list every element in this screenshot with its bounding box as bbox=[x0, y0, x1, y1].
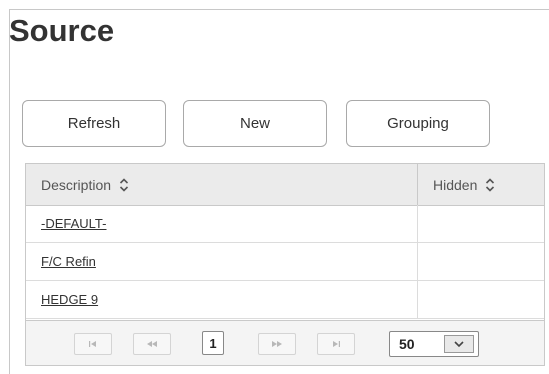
refresh-button[interactable]: Refresh bbox=[22, 100, 166, 147]
hidden-cell bbox=[418, 243, 544, 280]
description-cell: -DEFAULT- bbox=[26, 205, 418, 242]
sort-icon bbox=[119, 177, 129, 192]
column-header-label: Hidden bbox=[433, 176, 478, 193]
next-page-icon bbox=[272, 341, 282, 347]
description-cell: F/C Refin bbox=[26, 243, 418, 280]
first-page-button[interactable] bbox=[74, 333, 112, 355]
previous-page-icon bbox=[147, 341, 157, 347]
page-title: Source bbox=[9, 13, 115, 48]
table-row[interactable]: F/C Refin bbox=[26, 243, 544, 281]
previous-page-button[interactable] bbox=[133, 333, 171, 355]
current-page-number[interactable]: 1 bbox=[202, 331, 224, 355]
next-page-button[interactable] bbox=[258, 333, 296, 355]
first-page-icon bbox=[89, 341, 96, 347]
sort-icon bbox=[486, 177, 495, 192]
description-cell: HEDGE 9 bbox=[26, 281, 418, 318]
column-header-hidden[interactable]: Hidden bbox=[418, 164, 544, 205]
source-link[interactable]: HEDGE 9 bbox=[41, 292, 98, 307]
dropdown-button[interactable] bbox=[444, 335, 474, 353]
chevron-down-icon bbox=[454, 341, 464, 348]
hidden-cell bbox=[418, 281, 544, 318]
column-header-label: Description bbox=[41, 176, 112, 193]
hidden-cell bbox=[418, 205, 544, 242]
source-link[interactable]: -DEFAULT- bbox=[41, 216, 107, 231]
table-row[interactable]: -DEFAULT- bbox=[26, 205, 544, 243]
last-page-icon bbox=[333, 341, 340, 347]
source-grid: Description Hidden -DEFAULT- F/C Refin H… bbox=[25, 163, 545, 366]
pager: 1 50 bbox=[26, 320, 544, 365]
grouping-button[interactable]: Grouping bbox=[346, 100, 490, 147]
page-size-value: 50 bbox=[399, 336, 415, 352]
last-page-button[interactable] bbox=[317, 333, 355, 355]
grid-header: Description Hidden bbox=[26, 164, 544, 206]
new-button[interactable]: New bbox=[183, 100, 327, 147]
source-link[interactable]: F/C Refin bbox=[41, 254, 96, 269]
table-row[interactable]: HEDGE 9 bbox=[26, 281, 544, 319]
column-header-description[interactable]: Description bbox=[26, 164, 418, 205]
page-size-select[interactable]: 50 bbox=[389, 331, 479, 357]
